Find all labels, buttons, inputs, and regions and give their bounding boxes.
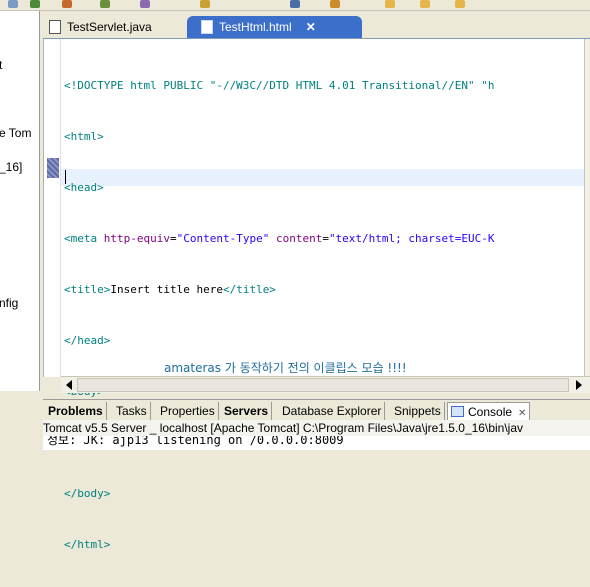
console-header: Tomcat v5.5 Server _ localhost [Apache T… xyxy=(43,420,590,436)
toolbar-icon[interactable] xyxy=(200,0,210,8)
tab-testhtml[interactable]: TestHtml.html ✕ xyxy=(187,16,362,38)
editor-frame: TestServlet.java TestHtml.html ✕ <!DOCTY… xyxy=(43,13,590,551)
tab-testservlet[interactable]: TestServlet.java xyxy=(45,16,191,38)
scroll-left-icon[interactable] xyxy=(66,380,72,390)
toolbar-icon[interactable] xyxy=(30,0,40,8)
tab-console[interactable]: Console ✕ xyxy=(447,402,531,421)
code-line: <html> xyxy=(64,130,104,143)
tab-snippets[interactable]: Snippets xyxy=(391,402,445,420)
tab-label: Console xyxy=(468,405,513,419)
code-text: <!DOCTYPE html PUBLIC "-//W3C//DTD HTML … xyxy=(64,43,495,587)
toolbar-icon[interactable] xyxy=(100,0,110,8)
code-line: <title>Insert title here</title> xyxy=(64,283,276,296)
caption-text: amateras 가 동작하기 전의 이클립스 모습 !!!! xyxy=(164,361,407,375)
code-line: <meta http-equiv="Content-Type" content=… xyxy=(64,232,495,245)
scroll-thumb[interactable] xyxy=(77,378,569,392)
toolbar-icon[interactable] xyxy=(455,0,465,8)
bottom-tabbar: Problems Tasks Properties Servers Databa… xyxy=(43,399,590,421)
toolbar-icon[interactable] xyxy=(8,0,18,8)
tree-item[interactable]: _16] xyxy=(0,160,22,174)
toolbar-icon[interactable] xyxy=(140,0,150,8)
tab-properties[interactable]: Properties xyxy=(157,402,219,420)
toolbar-icon[interactable] xyxy=(330,0,340,8)
package-explorer-panel: t e Tom _16] nfig xyxy=(0,11,40,391)
tab-tasks[interactable]: Tasks xyxy=(113,402,151,420)
tree-item[interactable]: nfig xyxy=(0,296,18,310)
tab-problems[interactable]: Problems xyxy=(45,402,107,420)
scroll-right-icon[interactable] xyxy=(576,380,582,390)
html-file-icon xyxy=(201,20,213,34)
code-line: </body> xyxy=(64,487,111,500)
close-icon[interactable]: ✕ xyxy=(306,20,316,34)
java-file-icon xyxy=(49,20,61,34)
editor-tabbar: TestServlet.java TestHtml.html ✕ xyxy=(43,13,590,39)
toolbar-icon[interactable] xyxy=(385,0,395,8)
code-editor[interactable]: <!DOCTYPE html PUBLIC "-//W3C//DTD HTML … xyxy=(43,39,590,551)
console-output[interactable]: 정보: JK: ajp13 listening on /0.0.0.0:8009 xyxy=(43,436,590,450)
console-line: 정보: JK: ajp13 listening on /0.0.0.0:8009 xyxy=(47,436,344,447)
toolbar-icon[interactable] xyxy=(290,0,300,8)
vertical-ruler xyxy=(44,39,61,377)
vertical-scrollbar[interactable] xyxy=(584,39,590,377)
tab-servers[interactable]: Servers xyxy=(221,402,273,420)
horizontal-scrollbar[interactable] xyxy=(61,376,590,393)
console-icon xyxy=(451,406,464,417)
main-toolbar xyxy=(0,0,590,11)
close-icon[interactable]: ✕ xyxy=(518,408,526,419)
current-line-marker xyxy=(47,158,59,178)
code-line: </head> xyxy=(64,334,111,347)
code-line: </html> xyxy=(64,538,111,551)
toolbar-icon[interactable] xyxy=(420,0,430,8)
tree-item[interactable]: e Tom xyxy=(0,126,31,140)
code-line: <!DOCTYPE html PUBLIC "-//W3C//DTD HTML … xyxy=(64,79,495,92)
tab-label: TestHtml.html xyxy=(219,20,292,34)
tree-item[interactable]: t xyxy=(0,58,2,72)
toolbar-icon[interactable] xyxy=(62,0,72,8)
tab-database-explorer[interactable]: Database Explorer xyxy=(279,402,386,420)
code-line: <head> xyxy=(64,181,104,194)
tab-label: TestServlet.java xyxy=(67,20,152,34)
